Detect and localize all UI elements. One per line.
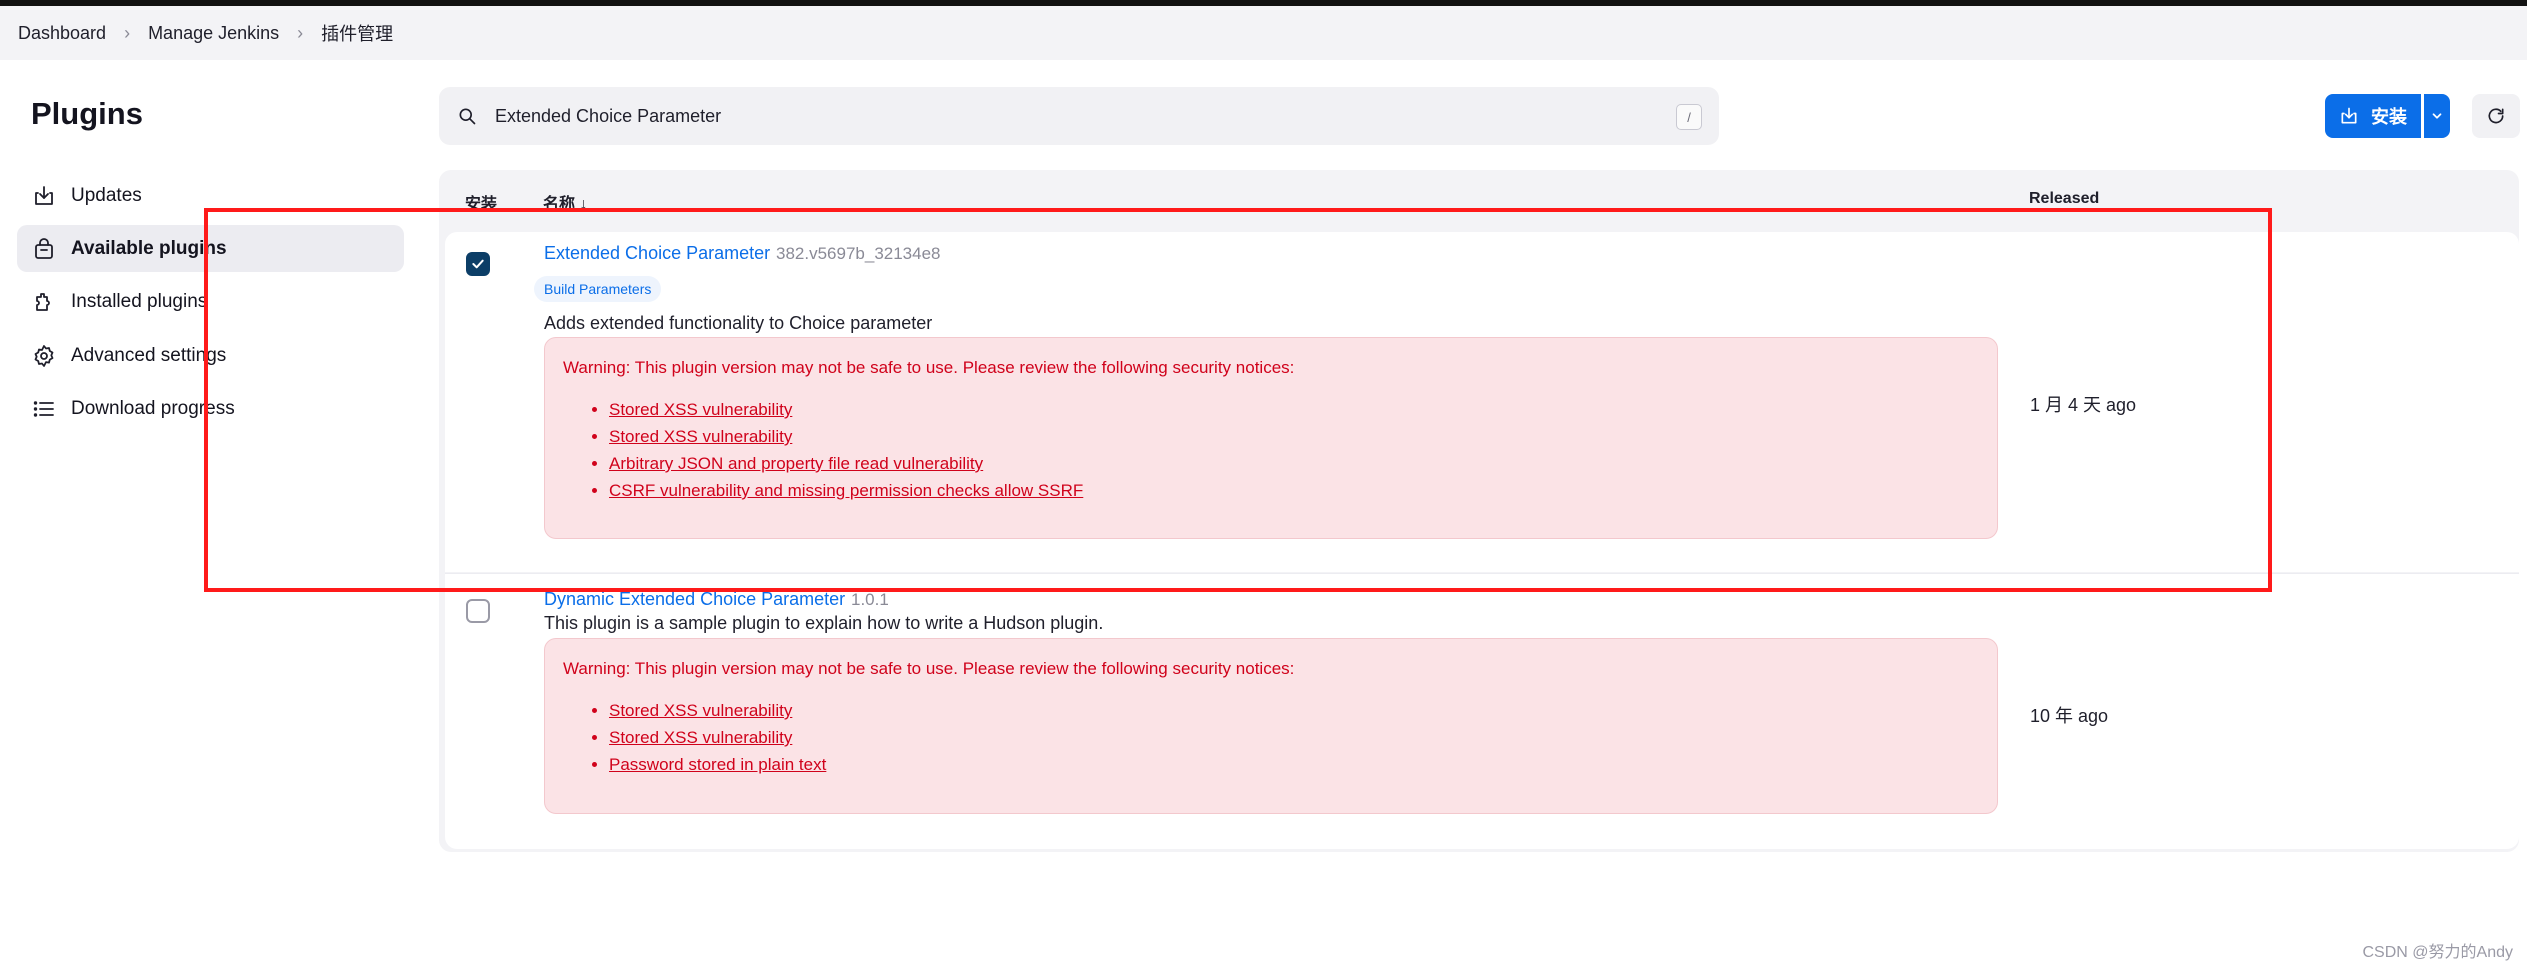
list-item: Password stored in plain text xyxy=(609,751,1979,778)
list-item: Stored XSS vulnerability xyxy=(609,423,1979,450)
install-checkbox[interactable] xyxy=(466,252,490,276)
breadcrumb-dashboard[interactable]: Dashboard xyxy=(18,23,106,44)
plugin-name-link[interactable]: Dynamic Extended Choice Parameter xyxy=(544,589,845,610)
security-notice-link[interactable]: Stored XSS vulnerability xyxy=(609,728,792,747)
shopping-bag-icon xyxy=(32,237,56,261)
category-tag[interactable]: Build Parameters xyxy=(534,276,662,302)
sidebar-item-installed-plugins[interactable]: Installed plugins xyxy=(17,278,404,325)
check-icon xyxy=(472,259,484,269)
list-item: CSRF vulnerability and missing permissio… xyxy=(609,477,1979,504)
column-header-released[interactable]: Released xyxy=(2029,190,2099,208)
install-button[interactable]: 安装 xyxy=(2325,94,2421,138)
security-warning: Warning: This plugin version may not be … xyxy=(544,638,1998,814)
breadcrumb: Dashboard › Manage Jenkins › 插件管理 xyxy=(0,6,2527,60)
chevron-down-icon xyxy=(2430,109,2444,123)
page-title: Plugins xyxy=(31,96,143,131)
sidebar-item-label: Updates xyxy=(71,184,142,206)
install-options-dropdown[interactable] xyxy=(2424,94,2450,138)
download-icon xyxy=(2339,106,2371,126)
security-warning: Warning: This plugin version may not be … xyxy=(544,337,1998,539)
chevron-right-icon: › xyxy=(297,22,304,43)
search-input[interactable] xyxy=(493,104,1647,128)
warning-title: Warning: This plugin version may not be … xyxy=(563,659,1295,678)
sidebar-item-label: Installed plugins xyxy=(71,290,208,312)
security-notice-link[interactable]: Stored XSS vulnerability xyxy=(609,427,792,446)
install-checkbox[interactable] xyxy=(466,599,490,623)
list-item: Stored XSS vulnerability xyxy=(609,396,1979,423)
refresh-button[interactable] xyxy=(2472,94,2520,138)
puzzle-icon xyxy=(32,290,56,314)
list-icon xyxy=(32,397,56,421)
sidebar-item-label: Available plugins xyxy=(71,237,227,259)
list-item: Stored XSS vulnerability xyxy=(609,697,1979,724)
plugin-version: 1.0.1 xyxy=(851,590,889,609)
plugin-name-link[interactable]: Extended Choice Parameter xyxy=(544,243,770,264)
column-header-name[interactable]: 名称 ↓ xyxy=(543,190,587,214)
security-notice-link[interactable]: Stored XSS vulnerability xyxy=(609,400,792,419)
plugin-description: Adds extended functionality to Choice pa… xyxy=(544,313,933,333)
watermark: CSDN @努力的Andy xyxy=(2362,944,2514,961)
list-item: Arbitrary JSON and property file read vu… xyxy=(609,450,1979,477)
released-date: 1 月 4 天 ago xyxy=(2030,395,2137,415)
search-icon xyxy=(457,106,477,126)
security-notice-list: Stored XSS vulnerability Stored XSS vuln… xyxy=(563,697,1979,778)
security-notice-list: Stored XSS vulnerability Stored XSS vuln… xyxy=(563,396,1979,504)
download-icon xyxy=(32,184,56,208)
security-notice-link[interactable]: Arbitrary JSON and property file read vu… xyxy=(609,454,983,473)
gear-icon xyxy=(32,344,56,368)
released-date: 10 年 ago xyxy=(2030,706,2109,726)
sidebar-item-advanced-settings[interactable]: Advanced settings xyxy=(17,332,404,379)
chevron-right-icon: › xyxy=(124,22,131,43)
plugin-description: This plugin is a sample plugin to explai… xyxy=(544,613,1104,633)
sidebar-item-label: Advanced settings xyxy=(71,344,227,366)
warning-title: Warning: This plugin version may not be … xyxy=(563,358,1295,377)
keyboard-shortcut-hint: / xyxy=(1676,104,1702,130)
breadcrumb-manage-jenkins[interactable]: Manage Jenkins xyxy=(148,23,279,44)
refresh-icon xyxy=(2486,106,2506,126)
sidebar-item-label: Download progress xyxy=(71,397,235,419)
install-button-label: 安装 xyxy=(2371,107,2407,127)
security-notice-link[interactable]: CSRF vulnerability and missing permissio… xyxy=(609,481,1083,500)
plugin-version: 382.v5697b_32134e8 xyxy=(776,244,941,263)
breadcrumb-plugin-manager[interactable]: 插件管理 xyxy=(321,20,393,46)
sidebar-item-updates[interactable]: Updates xyxy=(17,172,404,219)
column-header-install[interactable]: 安装 xyxy=(465,190,497,214)
sidebar-item-download-progress[interactable]: Download progress xyxy=(17,385,404,432)
security-notice-link[interactable]: Password stored in plain text xyxy=(609,755,826,774)
search-bar: / xyxy=(439,87,1719,145)
security-notice-link[interactable]: Stored XSS vulnerability xyxy=(609,701,792,720)
sidebar-item-available-plugins[interactable]: Available plugins xyxy=(17,225,404,272)
list-item: Stored XSS vulnerability xyxy=(609,724,1979,751)
